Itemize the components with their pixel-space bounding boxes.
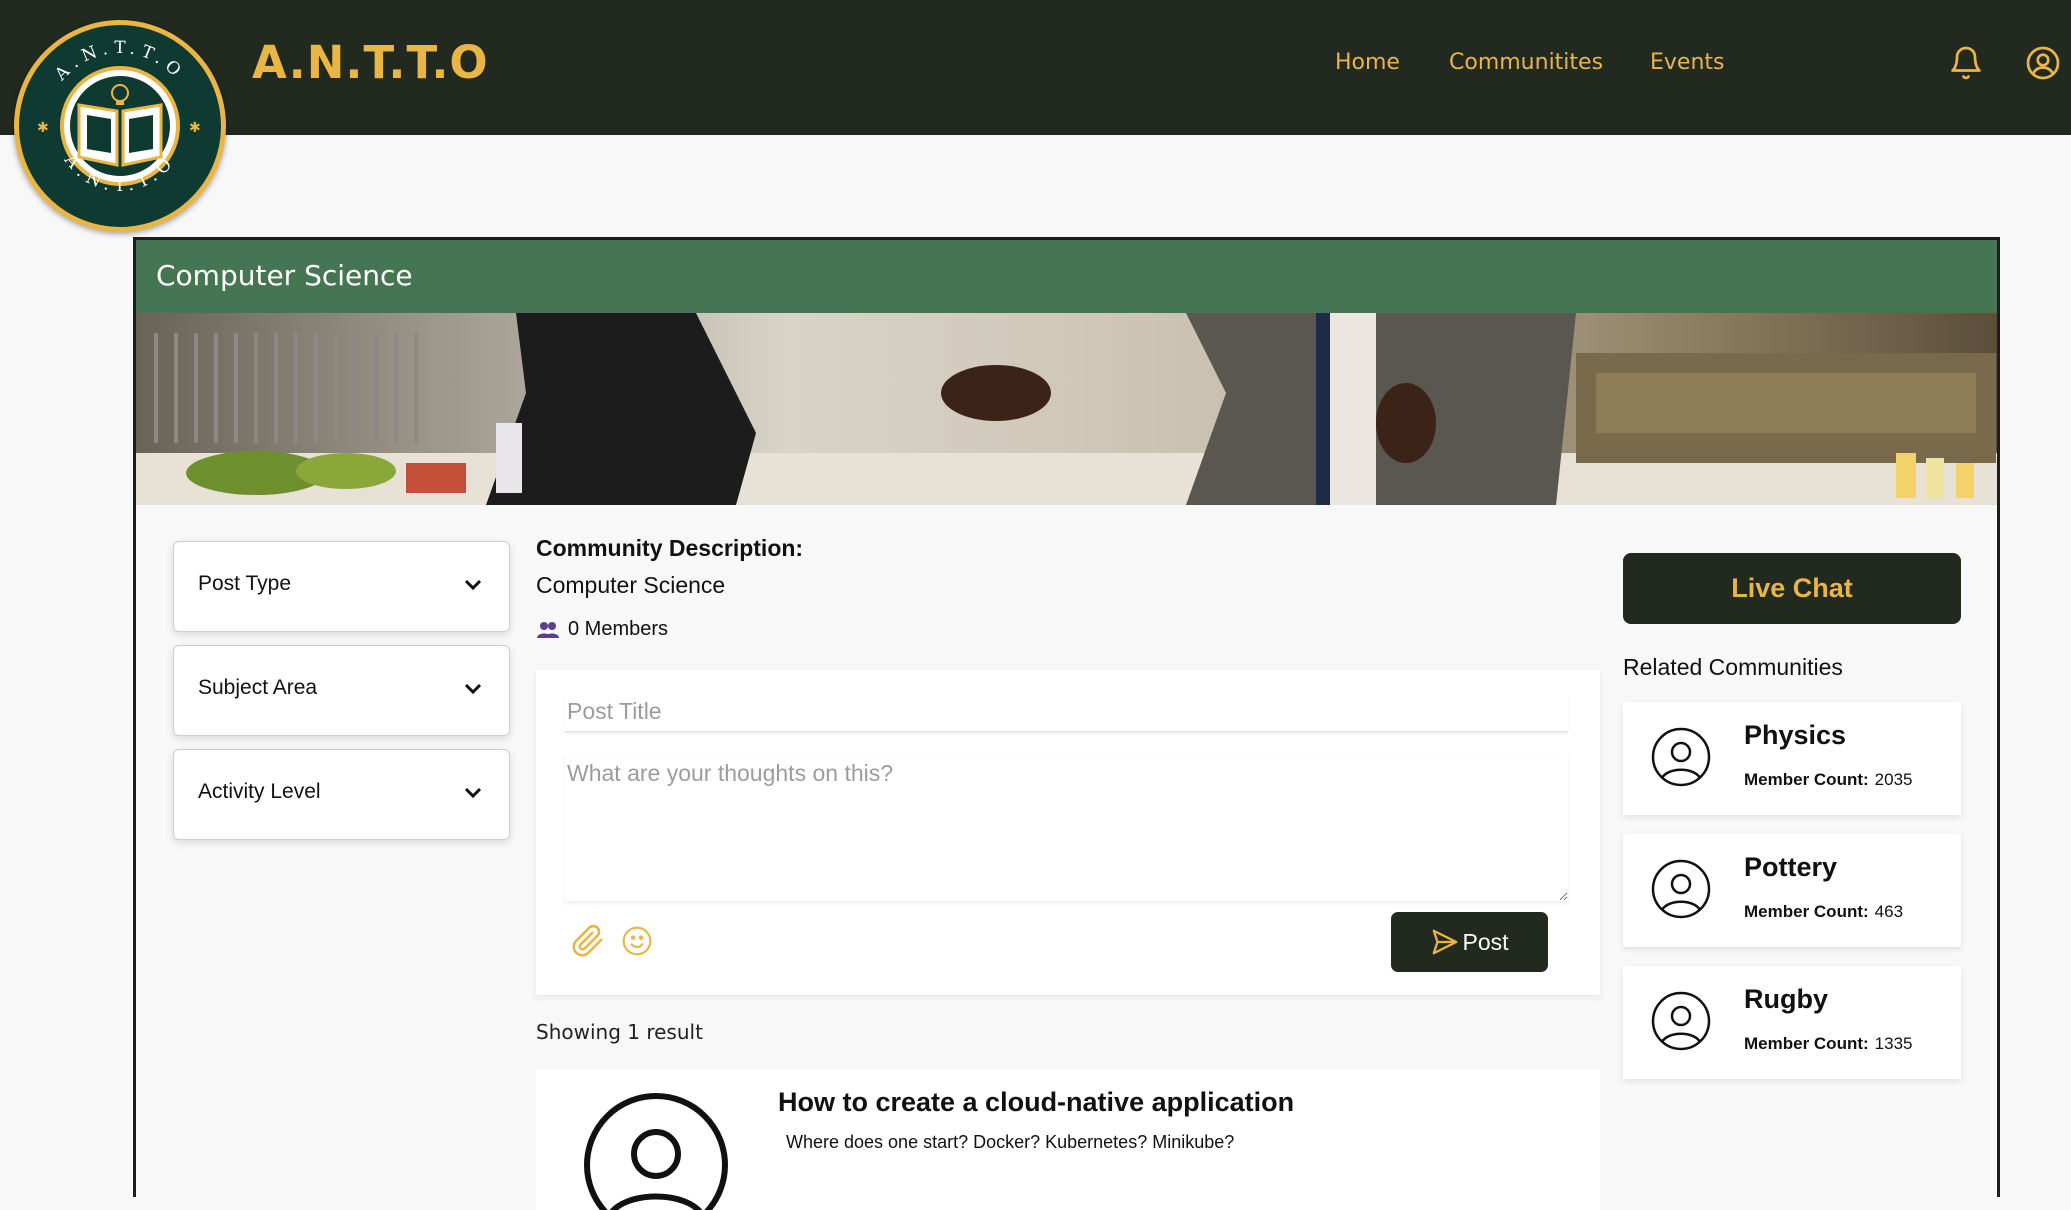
member-count: 0 Members (536, 618, 668, 641)
member-count-value: 1335 (1874, 1034, 1913, 1053)
chevron-down-icon (464, 683, 482, 695)
top-navigation-bar: A.N.T.T.O Home Communitites Events (0, 0, 2071, 135)
related-community-card[interactable]: Rugby Member Count: 1335 (1623, 966, 1961, 1079)
subject-area-filter[interactable]: Subject Area (173, 645, 510, 736)
related-communities-title: Related Communities (1623, 654, 1843, 680)
community-description: Computer Science (536, 572, 726, 598)
post-title-input[interactable] (565, 692, 1568, 732)
activity-level-filter[interactable]: Activity Level (173, 749, 510, 840)
nav-communities-link[interactable]: Communitites (1449, 50, 1603, 75)
member-count-text: 0 Members (568, 618, 669, 640)
post-card[interactable]: How to create a cloud-native application… (536, 1070, 1600, 1210)
member-count-value: 2035 (1874, 770, 1913, 789)
related-community-card[interactable]: Physics Member Count: 2035 (1623, 702, 1961, 815)
community-title: Computer Science (156, 259, 413, 292)
results-summary: Showing 1 result (536, 1020, 703, 1044)
community-header: Computer Science (136, 240, 1997, 313)
post-button-label: Post (1462, 928, 1509, 955)
user-avatar-icon (1651, 991, 1711, 1051)
user-avatar-icon (1651, 859, 1711, 919)
post-title[interactable]: How to create a cloud-native application (778, 1087, 1294, 1118)
post-button[interactable]: Post (1391, 912, 1548, 972)
post-body-textarea[interactable] (565, 754, 1568, 901)
member-count-value: 463 (1874, 902, 1904, 921)
chevron-down-icon (464, 579, 482, 591)
user-avatar-icon (584, 1093, 728, 1210)
svg-text:✱: ✱ (37, 120, 49, 136)
community-banner-image (136, 313, 1997, 505)
svg-text:✱: ✱ (189, 120, 201, 136)
related-community-card[interactable]: Pottery Member Count: 463 (1623, 834, 1961, 947)
brand-name[interactable]: A.N.T.T.O (252, 36, 489, 89)
related-community-name: Physics (1744, 720, 1847, 750)
people-icon (537, 621, 559, 638)
antto-logo[interactable]: ✱ ✱ A.N.T.T.O A.N.T.T.O (14, 20, 226, 232)
related-community-count: Member Count: 2035 (1744, 770, 1913, 790)
live-chat-button[interactable]: Live Chat (1623, 553, 1961, 624)
user-avatar-icon (1651, 727, 1711, 787)
related-community-name: Pottery (1744, 852, 1838, 882)
chevron-down-icon (464, 787, 482, 799)
nav-home-link[interactable]: Home (1335, 50, 1400, 75)
nav-events-link[interactable]: Events (1650, 50, 1725, 75)
post-body: Where does one start? Docker? Kubernetes… (786, 1132, 1235, 1152)
activity-level-filter-label: Activity Level (198, 780, 321, 803)
related-community-count: Member Count: 463 (1744, 902, 1903, 922)
subject-area-filter-label: Subject Area (198, 676, 318, 699)
related-community-name: Rugby (1744, 984, 1828, 1014)
post-composer: Post (536, 670, 1600, 995)
member-count-label: Member Count: (1744, 902, 1869, 921)
bell-icon[interactable] (1948, 45, 1984, 81)
smiley-icon[interactable] (621, 925, 653, 957)
community-panel: Computer Science Post Type Subject Area … (133, 237, 2000, 1210)
community-description-label: Community Description: (536, 535, 804, 561)
user-circle-icon[interactable] (2025, 45, 2061, 81)
member-count-label: Member Count: (1744, 1034, 1869, 1053)
paperclip-icon[interactable] (571, 923, 605, 959)
member-count-label: Member Count: (1744, 770, 1869, 789)
related-community-count: Member Count: 1335 (1744, 1034, 1913, 1054)
post-type-filter[interactable]: Post Type (173, 541, 510, 632)
post-type-filter-label: Post Type (198, 572, 292, 595)
send-icon (1433, 929, 1458, 955)
